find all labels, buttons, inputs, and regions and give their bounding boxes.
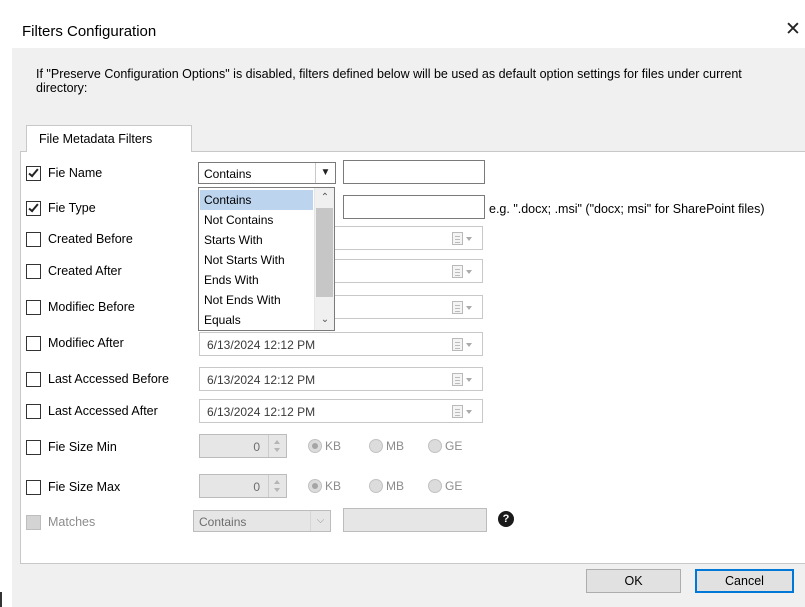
- notice-text: If "Preserve Configuration Options" is d…: [36, 67, 742, 95]
- checkmark-icon: [28, 201, 39, 212]
- file-size-min-unit-mb[interactable]: MB: [369, 439, 404, 453]
- modified-before-label: Modifiec Before: [48, 300, 135, 314]
- created-before-label: Created Before: [48, 232, 133, 246]
- radio-icon: [308, 479, 322, 493]
- modified-before-row: Modifiec Before: [26, 298, 135, 316]
- modified-after-value: 6/13/2024 12:12 PM: [207, 338, 316, 352]
- matches-operator-value: Contains: [199, 515, 247, 529]
- chevron-down-icon[interactable]: ▼: [315, 163, 335, 183]
- last-accessed-after-value: 6/13/2024 12:12 PM: [207, 405, 316, 419]
- operator-option[interactable]: Not Ends With: [200, 290, 313, 310]
- calendar-icon[interactable]: [452, 232, 474, 245]
- last-accessed-after-label: Last Accessed After: [48, 404, 158, 418]
- operator-option[interactable]: Equals: [200, 310, 313, 330]
- checkmark-icon: [28, 166, 39, 177]
- last-accessed-before-checkbox[interactable]: [26, 371, 41, 387]
- modified-after-label: Modifiec After: [48, 336, 124, 350]
- operator-dropdown-list[interactable]: Contains Not Contains Starts With Not St…: [198, 187, 335, 331]
- file-type-checkbox[interactable]: [26, 200, 41, 216]
- file-type-row: Fie Type: [26, 199, 96, 217]
- last-accessed-after-date-picker[interactable]: 6/13/2024 12:12 PM: [199, 399, 483, 423]
- cancel-button[interactable]: Cancel: [695, 569, 794, 593]
- operator-option[interactable]: Contains: [200, 190, 313, 210]
- scroll-up-icon[interactable]: ⌃: [318, 191, 332, 205]
- radio-icon: [428, 439, 442, 453]
- operator-option[interactable]: Starts With: [200, 230, 313, 250]
- file-size-min-checkbox[interactable]: [26, 439, 41, 455]
- modified-before-checkbox[interactable]: [26, 299, 41, 315]
- file-name-operator-select[interactable]: Contains ▼: [198, 162, 336, 184]
- file-size-min-unit-gb[interactable]: GE: [428, 439, 462, 453]
- file-size-max-unit-gb[interactable]: GE: [428, 479, 462, 493]
- modified-after-checkbox[interactable]: [26, 335, 41, 351]
- matches-label: Matches: [48, 515, 96, 529]
- created-after-label: Created After: [48, 264, 122, 278]
- window-edge: [0, 592, 2, 607]
- last-accessed-before-date-picker[interactable]: 6/13/2024 12:12 PM: [199, 367, 483, 391]
- calendar-icon[interactable]: [452, 338, 474, 351]
- calendar-icon[interactable]: [452, 405, 474, 418]
- matches-input[interactable]: [343, 508, 487, 532]
- file-size-max-row: Fie Size Max: [26, 478, 120, 496]
- file-size-min-unit-kb[interactable]: KB: [308, 439, 341, 453]
- modified-after-row: Modifiec After: [26, 334, 124, 352]
- ok-button[interactable]: OK: [586, 569, 681, 593]
- created-after-row: Created After: [26, 262, 122, 280]
- radio-icon: [369, 479, 383, 493]
- matches-operator-select[interactable]: Contains ⌵: [193, 510, 331, 532]
- created-before-checkbox[interactable]: [26, 231, 41, 247]
- file-size-max-label: Fie Size Max: [48, 480, 121, 494]
- help-icon[interactable]: ?: [498, 511, 514, 527]
- file-name-row: Fie Name: [26, 164, 102, 182]
- close-icon[interactable]: ✕: [783, 18, 803, 42]
- created-before-row: Created Before: [26, 230, 133, 248]
- radio-icon: [308, 439, 322, 453]
- dropdown-scrollbar[interactable]: ⌃ ⌄: [314, 188, 334, 330]
- stepper-arrows-icon[interactable]: [268, 475, 286, 497]
- file-type-hint: e.g. ".docx; .msi" ("docx; msi" for Shar…: [489, 202, 765, 216]
- calendar-icon[interactable]: [452, 301, 474, 314]
- file-type-input[interactable]: [343, 195, 485, 219]
- title-bar: Filters Configuration ✕: [0, 0, 805, 48]
- operator-option[interactable]: Ends With: [200, 270, 313, 290]
- calendar-icon[interactable]: [452, 265, 474, 278]
- scrollbar-thumb[interactable]: [316, 208, 333, 297]
- radio-icon: [428, 479, 442, 493]
- file-size-max-unit-kb[interactable]: KB: [308, 479, 341, 493]
- chevron-down-icon[interactable]: ⌵: [310, 511, 330, 531]
- last-accessed-before-row: Last Accessed Before: [26, 370, 169, 388]
- matches-row: Matches: [26, 513, 95, 531]
- file-size-min-value: 0: [253, 440, 260, 454]
- radio-icon: [369, 439, 383, 453]
- file-size-min-stepper[interactable]: 0: [199, 434, 287, 458]
- operator-option[interactable]: Not Contains: [200, 210, 313, 230]
- file-size-min-row: Fie Size Min: [26, 438, 117, 456]
- tab-file-metadata-filters[interactable]: File Metadata Filters: [26, 125, 192, 152]
- last-accessed-after-row: Last Accessed After: [26, 402, 158, 420]
- operator-option[interactable]: Not Starts With: [200, 250, 313, 270]
- window-title: Filters Configuration: [22, 23, 157, 40]
- modified-after-date-picker[interactable]: 6/13/2024 12:12 PM: [199, 332, 483, 356]
- file-name-input[interactable]: [343, 160, 485, 184]
- file-size-min-label: Fie Size Min: [48, 440, 117, 454]
- created-after-checkbox[interactable]: [26, 263, 41, 279]
- file-type-label: Fie Type: [48, 201, 96, 215]
- calendar-icon[interactable]: [452, 373, 474, 386]
- file-name-operator-value: Contains: [204, 167, 252, 181]
- file-name-checkbox[interactable]: [26, 165, 41, 181]
- last-accessed-after-checkbox[interactable]: [26, 403, 41, 419]
- last-accessed-before-label: Last Accessed Before: [48, 372, 169, 386]
- stepper-arrows-icon[interactable]: [268, 435, 286, 457]
- file-size-max-unit-mb[interactable]: MB: [369, 479, 404, 493]
- file-size-max-stepper[interactable]: 0: [199, 474, 287, 498]
- file-size-max-value: 0: [253, 480, 260, 494]
- file-size-max-checkbox[interactable]: [26, 479, 41, 495]
- last-accessed-before-value: 6/13/2024 12:12 PM: [207, 373, 316, 387]
- matches-checkbox[interactable]: [26, 514, 41, 530]
- file-name-label: Fie Name: [48, 166, 103, 180]
- scroll-down-icon[interactable]: ⌄: [318, 313, 332, 327]
